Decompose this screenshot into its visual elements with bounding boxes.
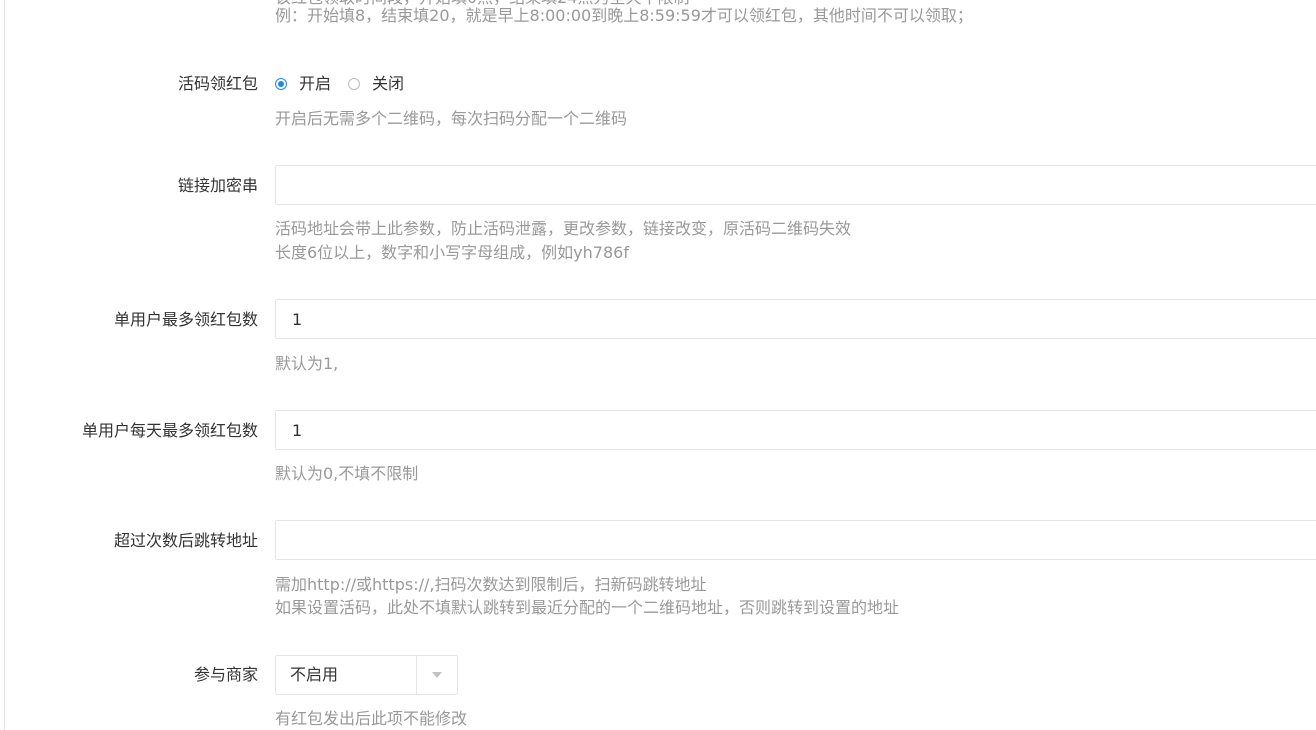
radio-checked-icon[interactable] [275,78,287,90]
max-per-user-input[interactable] [275,299,1316,339]
link-secret-input[interactable] [275,165,1316,205]
live-code-radio-on[interactable]: 开启 [275,74,331,94]
max-per-user-label: 单用户最多领红包数 [113,310,258,329]
caret-down-icon[interactable] [417,656,457,694]
link-secret-help-2: 长度6位以上，数字和小写字母组成，例如yh786f [275,243,629,262]
time-range-help-example: 例：开始填8，结束填20，就是早上8:00:00到晚上8:59:59才可以领红包… [275,6,973,25]
merchant-help: 有红包发出后此项不能修改 [275,709,468,728]
merchant-select[interactable]: 不启用 [275,655,458,695]
merchant-select-value: 不启用 [290,665,339,684]
settings-form-page: 该红包领取时间段，开始填0点，结束填24点为全天不限制 例：开始填8，结束填20… [0,0,1316,730]
max-per-user-daily-help: 默认为0,不填不限制 [275,464,419,483]
live-code-radio-on-label: 开启 [299,74,332,93]
content-left-border [4,0,5,730]
radio-unchecked-icon[interactable] [348,78,361,90]
live-code-help: 开启后无需多个二维码，每次扫码分配一个二维码 [275,109,628,128]
redirect-url-label: 超过次数后跳转地址 [113,531,258,550]
live-code-radio-off[interactable]: 关闭 [348,74,404,94]
max-per-user-daily-label: 单用户每天最多领红包数 [81,421,258,440]
merchant-label: 参与商家 [193,665,258,684]
live-code-radio-group: 开启 关闭 [275,73,421,95]
max-per-user-help: 默认为1, [275,354,339,373]
live-code-radio-off-label: 关闭 [372,74,405,93]
link-secret-help-1: 活码地址会带上此参数，防止活码泄露，更改参数，链接改变，原活码二维码失效 [275,219,852,238]
redirect-url-help-2: 如果设置活码，此处不填默认跳转到最近分配的一个二维码地址，否则跳转到设置的地址 [275,598,900,617]
live-code-label: 活码领红包 [177,74,258,93]
max-per-user-daily-input[interactable] [275,410,1316,450]
redirect-url-input[interactable] [275,520,1316,560]
redirect-url-help-1: 需加http://或https://,扫码次数达到限制后，扫新码跳转地址 [275,575,707,594]
link-secret-label: 链接加密串 [177,176,258,195]
